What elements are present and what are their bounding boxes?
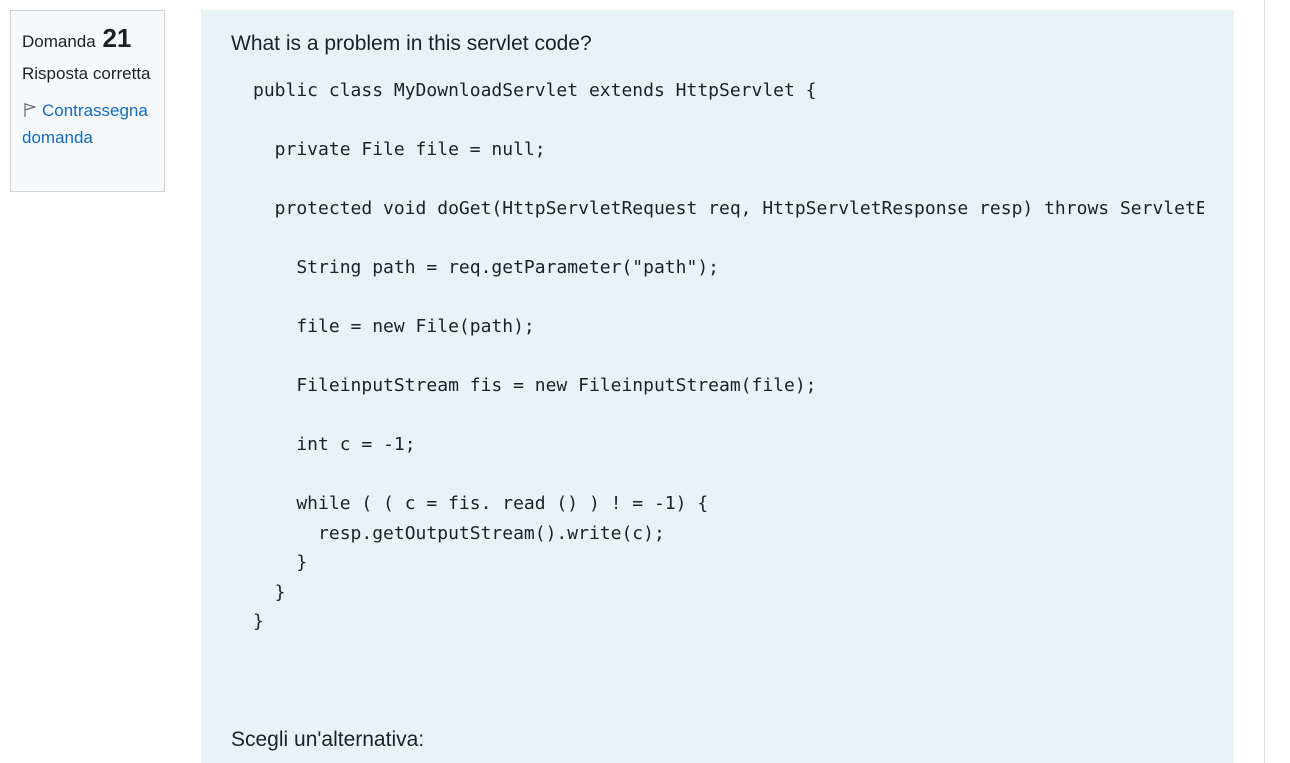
code-block: public class MyDownloadServlet extends H… (231, 76, 1204, 676)
page-divider (1264, 0, 1265, 763)
question-number-value: 21 (102, 23, 132, 53)
question-text: What is a problem in this servlet code? (231, 32, 592, 55)
question-content: What is a problem in this servlet code? … (201, 10, 1234, 763)
flag-icon (24, 103, 36, 118)
answer-prompt: Scegli un'alternativa: (231, 728, 425, 751)
flag-question-link[interactable]: Contrassegna domanda (22, 97, 153, 151)
question-label: Domanda (22, 32, 96, 51)
flag-label: Contrassegna domanda (22, 101, 148, 148)
question-number: Domanda 21 (22, 23, 153, 54)
servlet-code: public class MyDownloadServlet extends H… (253, 80, 1204, 632)
question-info-panel: Domanda 21 Risposta corretta Contrassegn… (10, 10, 165, 192)
question-state: Risposta corretta (22, 64, 151, 84)
code-viewport[interactable]: public class MyDownloadServlet extends H… (231, 76, 1204, 676)
